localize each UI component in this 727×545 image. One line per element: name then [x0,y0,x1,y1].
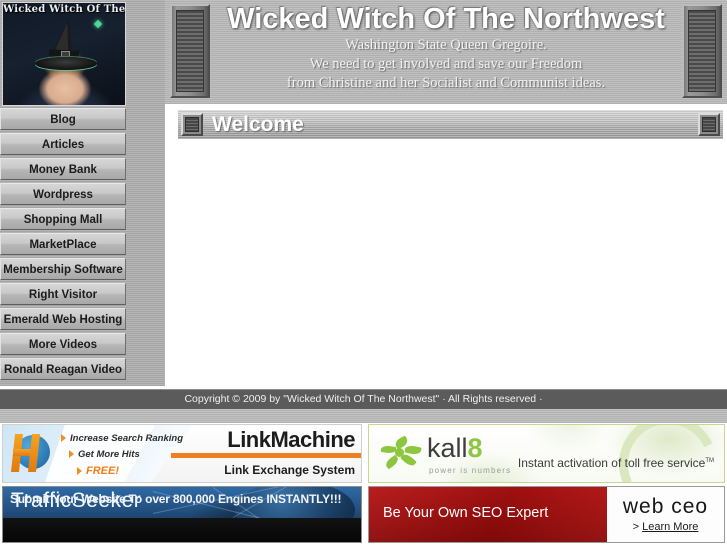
ad-linkmachine[interactable]: Increase Search Ranking Get More Hits FR… [2,424,362,483]
header-text-block: Wicked Witch Of The Northwest Washington… [213,2,679,93]
sidebar-item-membership-software[interactable]: Membership Software [0,258,126,280]
ad-linkmachine-brand: LinkMachine [227,427,355,452]
ad-linkmachine-bullet-1-text: Increase Search Ranking [70,433,183,444]
ad-kall8-brand-word: kall [427,433,468,463]
ad-linkmachine-bullet-3-text: FREE! [86,465,119,477]
ad-webceo-headline: Be Your Own SEO Expert [383,505,549,521]
ad-trafficseeker-brand: TrafficSeeker [11,489,142,512]
shutter-icon-right [698,113,720,136]
logo-title-text: Wicked Witch Of The Northwest [3,4,126,15]
ad-linkmachine-bullet-2: Get More Hits [69,449,140,460]
bullet-arrow-icon [61,434,66,442]
page-title: Wicked Witch Of The Northwest [227,3,665,35]
ad-linkmachine-bullet-3: FREE! [77,465,119,477]
ad-webceo-cta-prefix: > [632,521,643,533]
footer-spacer [0,409,727,423]
ad-kall8-trademark: TM [705,458,714,464]
sidebar-item-money-bank[interactable]: Money Bank [0,158,126,180]
sidebar-menu: Blog Articles Money Bank Wordpress Shopp… [0,108,128,383]
ad-linkmachine-orange-bar [171,453,361,458]
ad-webceo-brand: web ceo [622,495,709,518]
sidebar-item-wordpress[interactable]: Wordpress [0,183,126,205]
ad-webceo[interactable]: Be Your Own SEO Expert web ceo > Learn M… [368,486,725,543]
ad-banner-area: Increase Search Ranking Get More Hits FR… [0,423,727,545]
sidebar-item-blog[interactable]: Blog [0,108,126,130]
ad-linkmachine-bullet-1: Increase Search Ranking [61,433,183,444]
copyright-text: Copyright © 2009 by "Wicked Witch Of The… [184,393,543,405]
kall8-logo-icon [380,435,423,470]
sidebar-item-emerald-web-hosting[interactable]: Emerald Web Hosting [0,308,126,330]
sidebar-item-ronald-reagan-video[interactable]: Ronald Reagan Video [0,358,126,380]
witch-hat-icon [33,17,103,71]
top-area: Wicked Witch Of The Northwest Blog Artic… [0,0,727,386]
linkmachine-logo-icon [8,432,52,476]
bullet-arrow-icon [69,450,74,458]
ad-linkmachine-subtitle: Link Exchange System [224,463,355,477]
ad-kall8-slogan-wrap: Instant activation of toll free serviceT… [518,456,714,470]
ad-kall8-tagline: power is numbers [429,466,512,475]
ad-trafficseeker-bottom [3,518,361,542]
site-logo[interactable]: Wicked Witch Of The Northwest [2,2,126,106]
sidebar-item-shopping-mall[interactable]: Shopping Mall [0,208,126,230]
page-root: Wicked Witch Of The Northwest Blog Artic… [0,0,727,545]
shutter-panel-right-icon [682,4,722,98]
sidebar-item-more-videos[interactable]: More Videos [0,333,126,355]
footer-bar: Copyright © 2009 by "Wicked Witch Of The… [0,389,727,409]
section-header-bar: Welcome [178,110,723,139]
bullet-arrow-icon [77,467,82,475]
site-header-banner: Wicked Witch Of The Northwest Washington… [165,0,727,104]
header-tagline-1: Washington State Queen Gregoire. [345,37,547,53]
sidebar-item-right-visitor[interactable]: Right Visitor [0,283,126,305]
ad-kall8[interactable]: kall8 power is numbers Instant activatio… [368,424,725,483]
ad-kall8-brand-digit: 8 [467,433,483,463]
ad-webceo-cta-text: Learn More [642,521,699,533]
ad-webceo-white-panel: web ceo > Learn More [607,487,724,542]
sidebar-item-marketplace[interactable]: MarketPlace [0,233,126,255]
ad-kall8-brand: kall8 [427,433,483,464]
shutter-icon-left [181,113,203,136]
main-content-panel: Welcome [165,105,727,386]
header-tagline-3: from Christine and her Socialist and Com… [286,75,606,91]
sidebar-item-articles[interactable]: Articles [0,133,126,155]
section-title: Welcome [212,113,304,136]
ad-webceo-learn-more-link[interactable]: > Learn More [607,521,724,533]
ad-kall8-slogan: Instant activation of toll free service [517,456,706,470]
header-tagline-2: We need to get involved and save our Fre… [309,56,583,72]
shutter-panel-left-icon [170,4,210,98]
ad-linkmachine-bullet-2-text: Get More Hits [78,449,140,460]
ad-trafficseeker[interactable]: TrafficSeeker Submit Your Website To ove… [2,486,362,543]
